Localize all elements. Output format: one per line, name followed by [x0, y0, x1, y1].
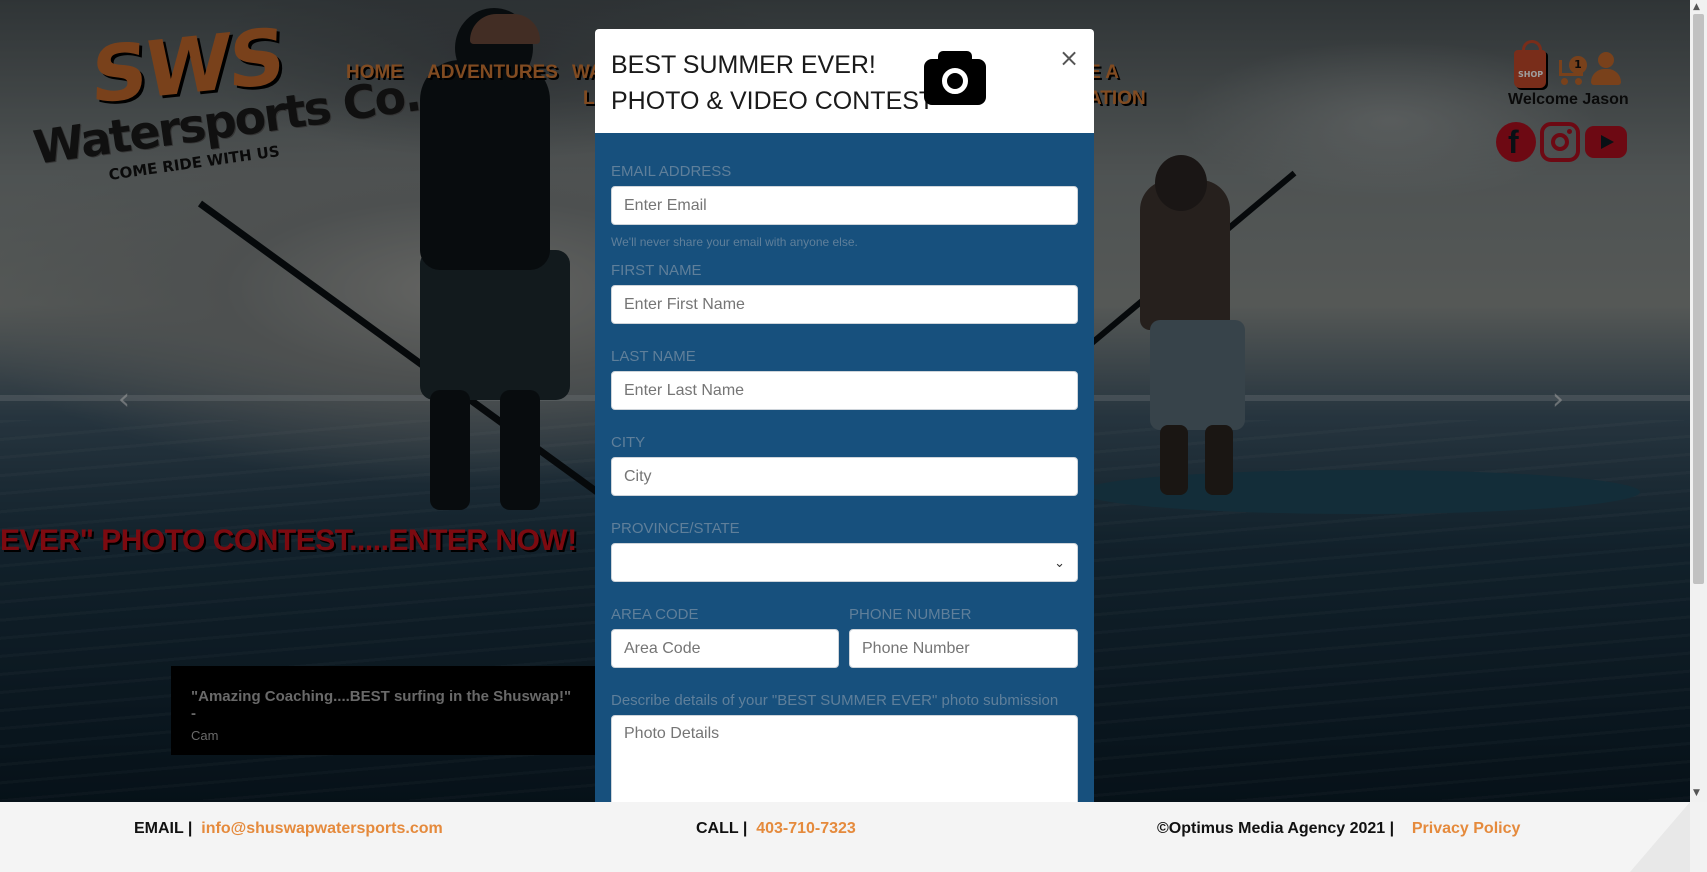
- footer-decoration: [1630, 802, 1690, 872]
- footer-email-label: EMAIL |: [134, 820, 193, 837]
- last-name-field[interactable]: [611, 371, 1078, 410]
- camera-icon: [924, 51, 986, 107]
- footer-copyright: ©Optimus Media Agency 2021 |: [1157, 820, 1395, 837]
- camera-icon-lens: [942, 68, 968, 94]
- email-field[interactable]: [611, 186, 1078, 225]
- footer: EMAIL | info@shuswapwatersports.com CALL…: [0, 802, 1690, 872]
- modal-title-line1: BEST SUMMER EVER!: [611, 51, 876, 79]
- footer-email: EMAIL | info@shuswapwatersports.com: [134, 820, 443, 838]
- first-name-field[interactable]: [611, 285, 1078, 324]
- chevron-down-icon: ⌄: [1054, 555, 1065, 570]
- last-name-label: LAST NAME: [611, 348, 696, 365]
- modal-title: BEST SUMMER EVER! PHOTO & VIDEO CONTEST: [611, 47, 1078, 119]
- scroll-up-icon[interactable]: ▲: [1693, 2, 1700, 12]
- scrollbar-thumb[interactable]: [1693, 14, 1704, 584]
- footer-phone-link[interactable]: 403-710-7323: [756, 820, 856, 837]
- modal-form: EMAIL ADDRESS We'll never share your ema…: [595, 133, 1094, 803]
- contest-modal: BEST SUMMER EVER! PHOTO & VIDEO CONTEST …: [595, 29, 1094, 803]
- city-label: CITY: [611, 434, 646, 451]
- footer-call-label: CALL |: [696, 820, 748, 837]
- area-code-field[interactable]: [611, 629, 839, 668]
- scroll-down-icon[interactable]: ▼: [1693, 788, 1700, 798]
- area-code-label: AREA CODE: [611, 606, 699, 623]
- province-label: PROVINCE/STATE: [611, 520, 740, 537]
- email-label: EMAIL ADDRESS: [611, 163, 732, 180]
- email-help-text: We'll never share your email with anyone…: [611, 235, 858, 249]
- modal-header: BEST SUMMER EVER! PHOTO & VIDEO CONTEST …: [595, 29, 1094, 133]
- phone-field[interactable]: [849, 629, 1078, 668]
- close-icon[interactable]: ×: [1059, 46, 1079, 70]
- phone-label: PHONE NUMBER: [849, 606, 972, 623]
- first-name-label: FIRST NAME: [611, 262, 702, 279]
- modal-title-line2: PHOTO & VIDEO CONTEST: [611, 87, 935, 115]
- footer-call: CALL | 403-710-7323: [696, 820, 856, 838]
- city-field[interactable]: [611, 457, 1078, 496]
- photo-details-field[interactable]: [611, 715, 1078, 803]
- privacy-policy-link[interactable]: Privacy Policy: [1412, 820, 1521, 837]
- details-label: Describe details of your "BEST SUMMER EV…: [611, 692, 1059, 709]
- province-select[interactable]: ⌄: [611, 543, 1078, 582]
- footer-email-link[interactable]: info@shuswapwatersports.com: [201, 820, 442, 837]
- footer-legal: ©Optimus Media Agency 2021 | Privacy Pol…: [1157, 820, 1520, 838]
